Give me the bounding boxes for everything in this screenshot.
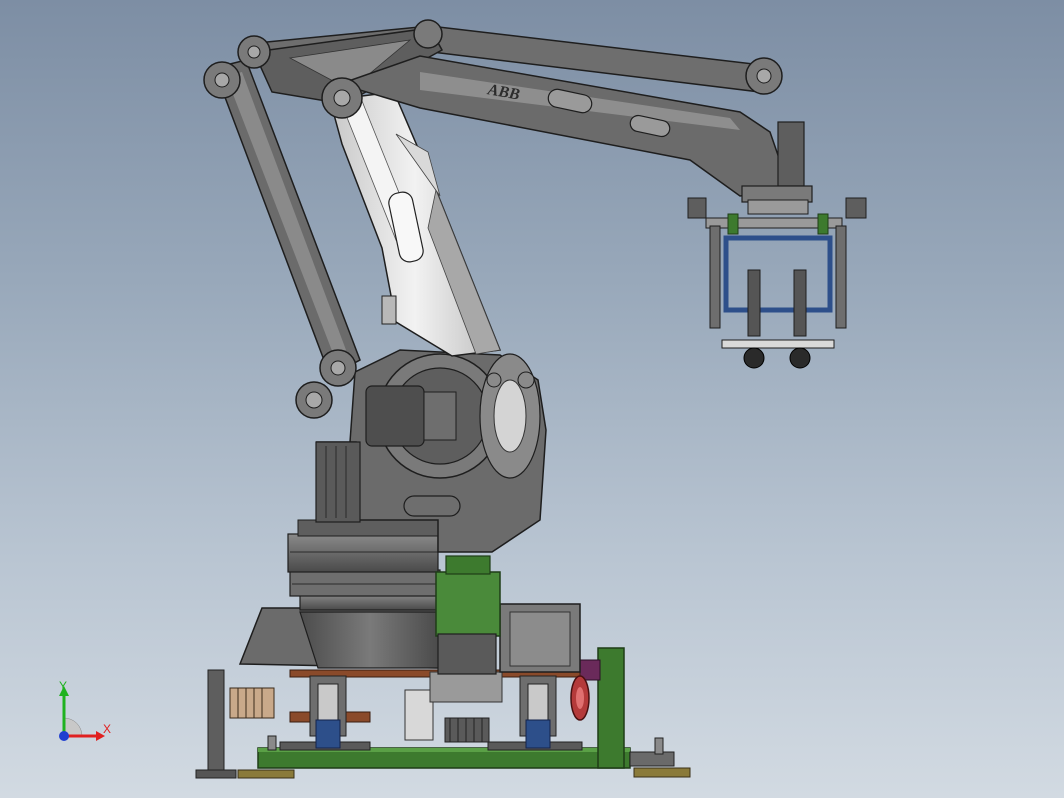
- cad-viewport[interactable]: ABB Y X: [0, 0, 1064, 798]
- robot-palletizer-model[interactable]: ABB Y X: [0, 0, 1064, 798]
- robot-base[interactable]: [238, 519, 581, 675]
- gripper[interactable]: [687, 197, 867, 369]
- x-axis-label: X: [103, 722, 111, 736]
- upper-arm-light[interactable]: [329, 91, 502, 357]
- z-axis-dot: [59, 731, 69, 741]
- axis-triad: Y X: [59, 679, 111, 741]
- y-axis-label: Y: [59, 679, 67, 693]
- forearm[interactable]: ABB: [237, 19, 813, 215]
